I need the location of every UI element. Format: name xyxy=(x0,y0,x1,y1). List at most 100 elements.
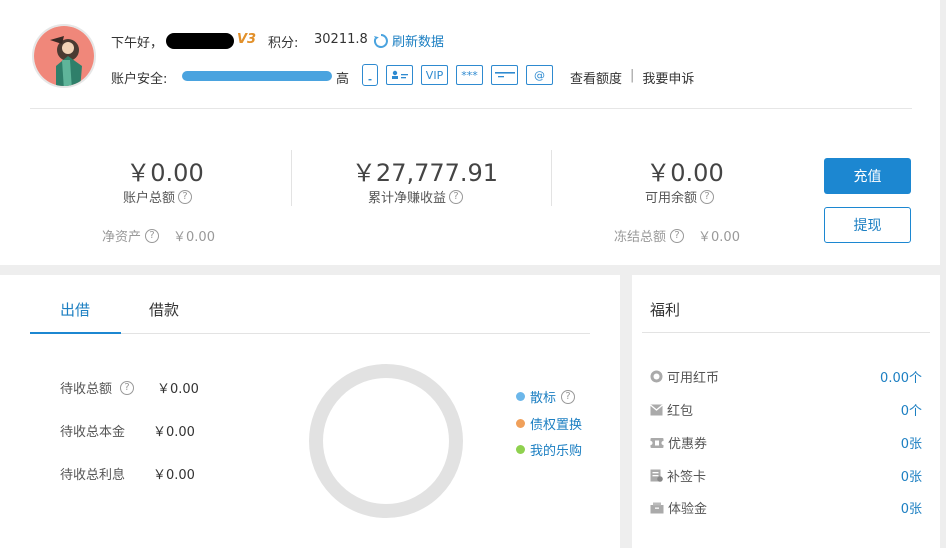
net-income-caption: 累计净赚收益 ? xyxy=(368,187,464,206)
pending-principal-value: ￥0.00 xyxy=(153,425,195,440)
password-icon[interactable]: *** xyxy=(456,65,483,85)
legend-dot xyxy=(516,419,525,428)
phone-icon[interactable] xyxy=(362,64,378,86)
welfare-item-label-wrap: 优惠券 xyxy=(650,433,707,452)
withdraw-button[interactable]: 提现 xyxy=(824,207,911,243)
avatar[interactable] xyxy=(32,24,96,88)
pending-total-text: 待收总额 xyxy=(60,382,113,397)
welfare-item-value[interactable]: 0张 xyxy=(901,433,922,452)
welfare-item-red-envelope[interactable]: 红包 0个 xyxy=(650,400,922,419)
lending-panel: 出借 借款 待收总额 ? ￥0.00 待收总本金 ￥0.00 待收总利息 ￥0.… xyxy=(0,275,620,548)
greeting-text: 下午好， xyxy=(111,36,164,51)
tab-borrow[interactable]: 借款 xyxy=(149,299,179,320)
available-balance-value: ￥0.00 xyxy=(646,159,724,187)
account-safety-label: 账户安全: xyxy=(111,72,168,87)
phone-glyph xyxy=(368,79,372,81)
trial-fund-icon xyxy=(650,502,664,513)
score-value: 30211.8 xyxy=(314,32,368,47)
legend-dot xyxy=(516,392,525,401)
total-amount-label: 账户总额 xyxy=(123,191,176,206)
net-assets-value: ￥0.00 xyxy=(173,230,215,245)
welfare-title: 福利 xyxy=(650,301,681,319)
coin-icon xyxy=(650,370,663,383)
avatar-image xyxy=(34,26,94,86)
vip-icon[interactable]: VIP xyxy=(421,65,448,85)
total-amount-value: ￥0.00 xyxy=(126,159,204,187)
pending-interest-value: ￥0.00 xyxy=(153,468,195,483)
legend-scattered-bid[interactable]: 散标 ? xyxy=(516,387,576,406)
refresh-data-button[interactable]: 刷新数据 xyxy=(373,31,444,50)
welfare-item-label: 体验金 xyxy=(668,502,708,517)
frozen-total-label: 冻结总额 xyxy=(614,230,667,245)
welfare-item-label: 红包 xyxy=(667,404,694,419)
welfare-item-value[interactable]: 0个 xyxy=(901,400,922,419)
net-income-value: ￥27,777.91 xyxy=(351,159,499,187)
legend-dot xyxy=(516,445,525,454)
welfare-item-label: 补签卡 xyxy=(667,470,707,485)
available-balance-label: 可用余额 xyxy=(645,191,698,206)
tab-lend[interactable]: 出借 xyxy=(60,299,90,320)
coupon-icon xyxy=(650,437,664,448)
welfare-item-label-wrap: 补签卡 xyxy=(650,466,706,485)
legend-label: 我的乐购 xyxy=(530,444,583,459)
red-envelope-icon xyxy=(650,404,663,415)
available-balance-caption: 可用余额 ? xyxy=(645,187,715,206)
help-icon[interactable]: ? xyxy=(178,189,193,204)
help-icon[interactable]: ? xyxy=(700,189,715,204)
header-links: 查看额度 | 我要申诉 xyxy=(570,68,694,87)
header-divider xyxy=(30,108,912,109)
resign-card-icon xyxy=(650,469,663,482)
recharge-button[interactable]: 充值 xyxy=(824,158,911,194)
id-card-icon[interactable] xyxy=(386,65,413,85)
welfare-divider xyxy=(642,332,930,333)
welfare-item-value[interactable]: 0.00个 xyxy=(880,367,922,386)
donut-ring xyxy=(309,364,463,518)
help-icon[interactable]: ? xyxy=(120,380,135,395)
score-label: 积分: xyxy=(268,36,299,51)
account-safety-level: 高 xyxy=(336,72,350,87)
net-income-label: 累计净赚收益 xyxy=(368,191,447,206)
legend-label: 债权置换 xyxy=(530,418,583,433)
email-icon-text: @ xyxy=(534,68,545,82)
distribution-donut-chart xyxy=(309,364,463,518)
help-icon[interactable]: ? xyxy=(449,189,464,204)
tab-active-indicator xyxy=(30,332,121,334)
pending-interest-label: 待收总利息 xyxy=(60,468,126,483)
view-quota-link[interactable]: 查看额度 xyxy=(570,68,622,87)
welfare-item-resign-card[interactable]: 补签卡 0张 xyxy=(650,466,922,485)
welfare-item-coins[interactable]: 可用红币 0.00个 xyxy=(650,367,922,386)
net-assets: 净资产 ? ￥0.00 xyxy=(102,226,215,245)
legend-debt-swap[interactable]: 债权置换 xyxy=(516,414,582,433)
welfare-item-value[interactable]: 0张 xyxy=(901,498,922,517)
welfare-item-coupon[interactable]: 优惠券 0张 xyxy=(650,433,922,452)
bank-card-glyph xyxy=(494,72,515,78)
pending-total-label: 待收总额 ? xyxy=(60,378,135,397)
help-icon[interactable]: ? xyxy=(670,228,685,243)
account-overview-panel: 下午好， V3 积分: 30211.8 刷新数据 账户安全: 高 VIP *** xyxy=(0,0,940,265)
welfare-item-label: 优惠券 xyxy=(668,437,708,452)
column-divider xyxy=(291,150,292,206)
help-icon[interactable]: ? xyxy=(561,389,576,404)
total-amount-caption: 账户总额 ? xyxy=(123,187,193,206)
welfare-item-trial-fund[interactable]: 体验金 0张 xyxy=(650,498,922,517)
welfare-item-label-wrap: 红包 xyxy=(650,400,693,419)
vip-icon-text: VIP xyxy=(425,68,444,82)
email-icon[interactable]: @ xyxy=(526,65,553,85)
username-redacted xyxy=(166,33,234,49)
complaint-link[interactable]: 我要申诉 xyxy=(642,68,694,87)
column-divider xyxy=(551,150,552,206)
welfare-item-label-wrap: 体验金 xyxy=(650,498,707,517)
refresh-icon xyxy=(373,33,388,48)
account-safety-progress xyxy=(182,71,332,81)
legend-my-legou[interactable]: 我的乐购 xyxy=(516,440,582,459)
bank-card-icon[interactable] xyxy=(491,65,518,85)
refresh-label: 刷新数据 xyxy=(392,35,445,50)
help-icon[interactable]: ? xyxy=(145,228,160,243)
legend-label: 散标 xyxy=(530,391,557,406)
pending-principal-label: 待收总本金 xyxy=(60,425,126,440)
welfare-item-value[interactable]: 0张 xyxy=(901,466,922,485)
vip-level-badge: V3 xyxy=(237,32,257,47)
pending-total-value: ￥0.00 xyxy=(157,382,199,397)
welfare-panel: 福利 可用红币 0.00个 红包 0个 优惠券 0张 补签卡 0张 体验金 0张 xyxy=(632,275,940,548)
welfare-item-label: 可用红币 xyxy=(667,371,720,386)
